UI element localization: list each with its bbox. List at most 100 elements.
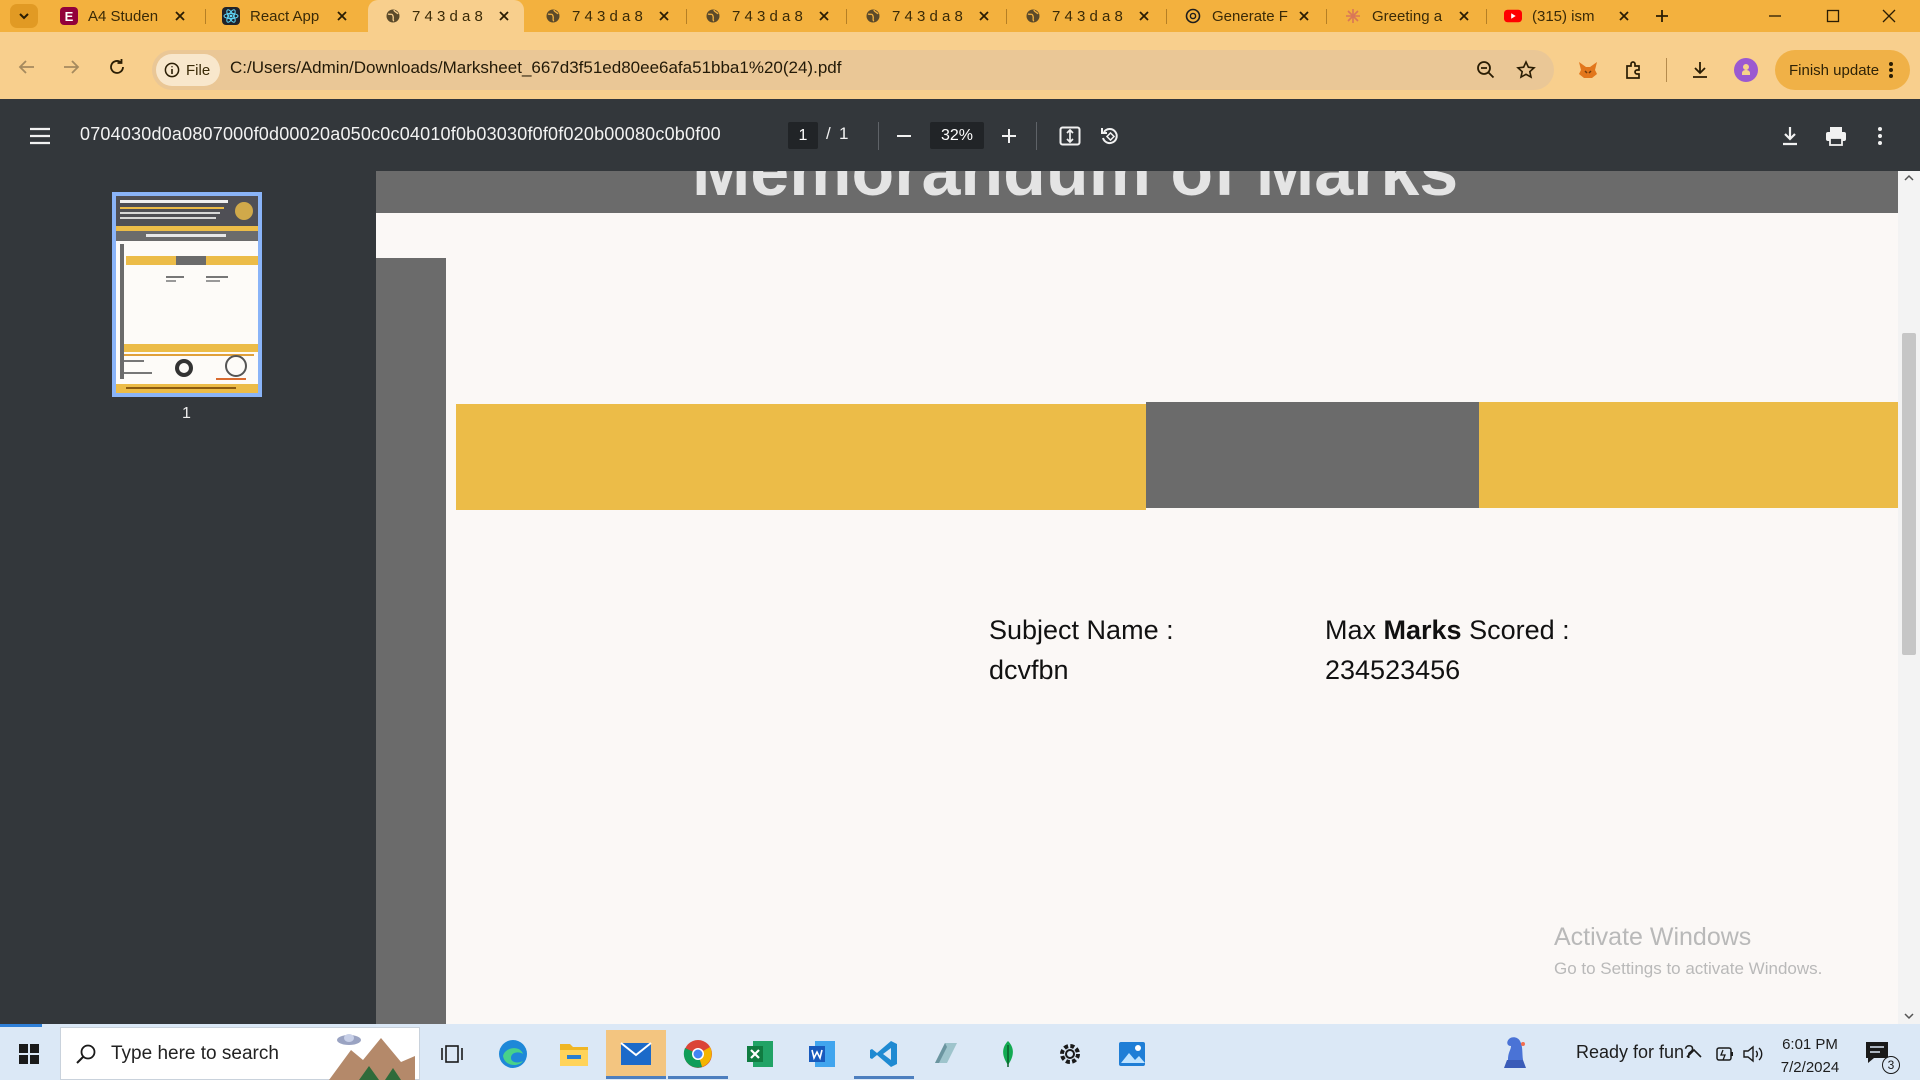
close-tab-icon[interactable]: [1294, 6, 1314, 26]
finish-update-label: Finish update: [1789, 61, 1880, 79]
bookmark-button[interactable]: [1510, 54, 1542, 86]
reload-button[interactable]: [102, 52, 132, 82]
close-tab-icon[interactable]: [170, 6, 190, 26]
zoom-in-button[interactable]: [993, 120, 1025, 152]
mongodb-taskbar-button[interactable]: [978, 1030, 1038, 1078]
chrome-icon: [683, 1040, 712, 1068]
tab-2-active[interactable]: 7 4 3 d a 8: [368, 0, 524, 32]
more-options-button[interactable]: [1864, 120, 1896, 152]
new-tab-button[interactable]: [1648, 4, 1676, 28]
task-view-icon: [441, 1045, 463, 1063]
fit-page-icon: [1059, 126, 1081, 146]
notifications-button[interactable]: 3: [1864, 1040, 1904, 1074]
downloads-button[interactable]: [1684, 54, 1716, 86]
tab-0[interactable]: E A4 Studen: [44, 0, 200, 32]
site-info-chip[interactable]: File: [156, 54, 220, 86]
volume-button[interactable]: [1742, 1044, 1766, 1064]
battery-icon: [1716, 1047, 1733, 1061]
zoom-out-button[interactable]: [888, 120, 920, 152]
vscode-taskbar-button[interactable]: [854, 1030, 914, 1078]
photos-taskbar-button[interactable]: [1102, 1030, 1162, 1078]
maximize-window-button[interactable]: [1810, 0, 1856, 32]
globe-icon: [384, 7, 402, 25]
mail-taskbar-button[interactable]: [606, 1030, 666, 1078]
chevron-down-icon: [19, 13, 29, 20]
edge-taskbar-button[interactable]: [483, 1030, 543, 1078]
url-text[interactable]: C:/Users/Admin/Downloads/Marksheet_667d3…: [230, 58, 841, 78]
back-button[interactable]: [12, 52, 42, 82]
plus-icon: [1656, 10, 1668, 22]
metamask-extension[interactable]: [1572, 54, 1604, 86]
excel-icon: [747, 1041, 773, 1067]
print-button[interactable]: [1820, 120, 1852, 152]
extensions-button[interactable]: [1618, 54, 1650, 86]
close-tab-icon[interactable]: [974, 6, 994, 26]
left-gray-bar: [376, 258, 446, 1024]
tab-3[interactable]: 7 4 3 d a 8: [528, 0, 684, 32]
tab-1[interactable]: React App: [206, 0, 362, 32]
download-pdf-button[interactable]: [1774, 120, 1806, 152]
taskbar-clock[interactable]: 6:01 PM 7/2/2024: [1768, 1033, 1852, 1079]
pdf-page: Memorandum of Marks Subject Name : dcvfb…: [376, 171, 1898, 1024]
zoom-button[interactable]: [1470, 54, 1502, 86]
max-marks-label: Max Marks Scored :: [1325, 615, 1570, 646]
start-button[interactable]: [0, 1030, 58, 1078]
close-tab-icon[interactable]: [1134, 6, 1154, 26]
hamburger-menu-icon: [30, 127, 50, 145]
close-tab-icon[interactable]: [494, 6, 514, 26]
page-total: 1: [839, 124, 849, 143]
task-view-button[interactable]: [422, 1030, 482, 1078]
tab-title: React App: [250, 7, 320, 25]
gray-band-center: [1146, 402, 1479, 508]
tab-7[interactable]: Generate F: [1168, 0, 1324, 32]
folder-icon: [560, 1044, 588, 1066]
file-explorer-taskbar-button[interactable]: [544, 1030, 604, 1078]
rotate-button[interactable]: [1094, 120, 1126, 152]
settings-taskbar-button[interactable]: [1040, 1030, 1100, 1078]
notification-count-badge: 3: [1882, 1056, 1900, 1074]
excel-taskbar-button[interactable]: [730, 1030, 790, 1078]
word-taskbar-button[interactable]: [792, 1030, 852, 1078]
show-hidden-icons-button[interactable]: [1684, 1044, 1704, 1064]
tab-9[interactable]: (315) ism: [1488, 0, 1644, 32]
scrollbar-thumb[interactable]: [1902, 333, 1916, 655]
claude-icon: [1344, 7, 1362, 25]
forward-button[interactable]: [56, 52, 86, 82]
close-tab-icon[interactable]: [814, 6, 834, 26]
close-tab-icon[interactable]: [654, 6, 674, 26]
taskbar-search-box[interactable]: Type here to search: [60, 1027, 420, 1080]
finish-update-button[interactable]: Finish update: [1775, 50, 1910, 90]
tab-4[interactable]: 7 4 3 d a 8: [688, 0, 844, 32]
thumbnail-page-number: 1: [182, 405, 191, 422]
sidebar-toggle-button[interactable]: [24, 120, 56, 152]
tab-search-button[interactable]: [10, 4, 38, 28]
tab-title: 7 4 3 d a 8: [732, 7, 803, 25]
clock-time: 6:01 PM: [1782, 1036, 1838, 1053]
close-window-button[interactable]: [1866, 0, 1912, 32]
tab-title: 7 4 3 d a 8: [572, 7, 643, 25]
widget-text[interactable]: Ready for fun?: [1576, 1042, 1694, 1063]
minimize-window-button[interactable]: [1752, 0, 1798, 32]
fit-to-page-button[interactable]: [1054, 120, 1086, 152]
tab-6[interactable]: 7 4 3 d a 8: [1008, 0, 1164, 32]
battery-button[interactable]: [1714, 1044, 1736, 1064]
puzzle-icon: [1626, 61, 1640, 79]
close-tab-icon[interactable]: [1614, 6, 1634, 26]
app-taskbar-button[interactable]: [916, 1030, 976, 1078]
close-tab-icon[interactable]: [1454, 6, 1474, 26]
tab-8[interactable]: Greeting a: [1328, 0, 1484, 32]
close-tab-icon[interactable]: [332, 6, 352, 26]
globe-icon: [864, 7, 882, 25]
activate-windows-title: Activate Windows: [1554, 923, 1752, 951]
widgets-button[interactable]: [1498, 1034, 1532, 1070]
tab-separator: [1486, 9, 1487, 24]
page-thumbnail[interactable]: [112, 192, 262, 397]
pdf-document-area[interactable]: Memorandum of Marks Subject Name : dcvfb…: [376, 171, 1898, 1024]
page-number-input[interactable]: 1: [788, 122, 818, 149]
chip-label: File: [186, 61, 211, 79]
zoom-level-input[interactable]: 32%: [930, 122, 984, 149]
profile-button[interactable]: [1730, 54, 1762, 86]
chrome-taskbar-button[interactable]: [668, 1030, 728, 1078]
tab-5[interactable]: 7 4 3 d a 8: [848, 0, 1004, 32]
tab-title: A4 Studen: [88, 7, 159, 25]
